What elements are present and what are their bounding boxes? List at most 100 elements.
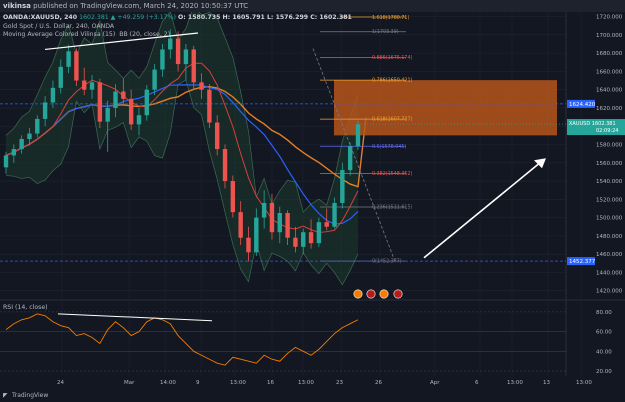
candle-body: [3, 155, 9, 168]
countdown-label: 02:09:24: [596, 128, 618, 134]
x-tick-label: Apr: [430, 380, 440, 386]
candle-body: [340, 170, 345, 203]
candle-body: [58, 66, 63, 88]
fib-level-label: 0.618(1607.737): [372, 117, 412, 123]
rsi-tick-label: 60.00: [596, 330, 612, 336]
y-tick-label: 1620.000: [596, 106, 623, 112]
candle-body: [11, 149, 17, 156]
chart-canvas: 1420.000 1440.000 1460.000 1480.000 1500.000…: [0, 5, 625, 386]
y-tick-label: 1520.000: [596, 197, 623, 203]
rsi-tick-label: 80.00: [596, 310, 612, 316]
candle-body: [207, 89, 212, 123]
fib-level-label: 0.786(1650.421): [372, 78, 412, 84]
candle-body: [82, 80, 87, 90]
y-tick-label: 1700.000: [596, 33, 623, 39]
x-tick-label: 14:00: [160, 380, 176, 386]
candle-body: [308, 232, 314, 244]
fib-level-label: 0(1452.377): [372, 259, 402, 265]
candle-body: [230, 181, 236, 213]
last-price-label: XAUUSD 1602.381: [569, 121, 616, 127]
candle-body: [89, 82, 95, 90]
event-flag-icon: [379, 289, 389, 299]
candle-body: [301, 232, 306, 247]
candle-body: [19, 139, 24, 150]
x-tick-label: 13:00: [298, 380, 314, 386]
fib-level-label: 0.236(1511.615): [372, 204, 412, 210]
x-tick-label: 16: [267, 380, 274, 386]
candle-body: [285, 213, 290, 238]
candle-body: [136, 115, 142, 125]
candle-body: [175, 38, 181, 65]
y-tick-label: 1720.000: [596, 15, 623, 21]
candle-body: [35, 118, 40, 134]
fib-level-label: 0.382(1548.352): [372, 171, 412, 177]
candle-body: [277, 213, 282, 233]
y-tick-label: 1460.000: [596, 252, 623, 258]
candle-body: [316, 222, 322, 244]
publisher-name: vikinsa: [3, 2, 31, 10]
candle-body: [261, 202, 267, 218]
y-tick-label: 1680.000: [596, 51, 623, 57]
candle-body: [160, 49, 165, 70]
x-tick-label: 26: [375, 380, 382, 386]
candle-body: [254, 217, 259, 253]
x-tick-label: 23: [336, 380, 343, 386]
publish-info: published on TradingView.com, March 24, …: [33, 2, 249, 10]
candle-body: [324, 222, 329, 227]
candle-body: [27, 133, 32, 140]
rsi-tick-label: 20.00: [596, 369, 612, 375]
horizontal-price-label: 1624.420: [569, 102, 596, 108]
candle-body: [355, 124, 361, 147]
y-tick-label: 1560.000: [596, 161, 623, 167]
x-tick-label: 13: [543, 380, 550, 386]
candle-body: [269, 202, 275, 233]
candle-body: [347, 146, 353, 171]
candle-body: [191, 49, 196, 83]
y-tick-label: 1500.000: [596, 216, 623, 222]
candle-body: [199, 82, 204, 90]
publish-header: vikinsa published on TradingView.com, Ma…: [0, 0, 625, 12]
event-flag-icon: [393, 289, 403, 299]
symbol-legend: OANDA:XAUUSD, 240 1602.381 ▲ +49.259 (+3…: [3, 14, 352, 21]
tradingview-logo-icon: ◤: [3, 392, 8, 399]
fib-level-label: 1(1703.39): [372, 29, 399, 35]
candle-body: [152, 69, 157, 90]
candle-body: [144, 89, 149, 116]
candle-body: [215, 122, 220, 150]
fib-target-zone: [334, 80, 557, 136]
y-tick-label: 1540.000: [596, 179, 623, 185]
x-tick-label: 6: [475, 380, 479, 386]
candle-body: [105, 107, 110, 122]
tradingview-brand: TradingView: [12, 392, 49, 399]
fib-level-label: 0.5(1578.045): [372, 144, 406, 150]
candle-body: [222, 149, 228, 182]
x-tick-label: 13:00: [230, 380, 246, 386]
rsi-tick-label: 40.00: [596, 349, 612, 355]
candle-body: [246, 237, 251, 253]
price-change: 1602.381 ▲ +49.259 (+3.17%): [79, 14, 176, 21]
candle-body: [97, 82, 103, 122]
candle-body: [74, 51, 79, 81]
candle-body: [42, 102, 48, 119]
candle-body: [332, 202, 337, 227]
y-tick-label: 1660.000: [596, 69, 623, 75]
candle-body: [238, 212, 243, 238]
x-tick-label: 24: [57, 380, 64, 386]
y-tick-label: 1420.000: [596, 289, 623, 295]
fib-level-label: 1.618(1780.71): [372, 15, 409, 21]
indicator-legend: Moving Average Colored Vilinsa (15) BB (…: [3, 31, 170, 38]
y-tick-label: 1480.000: [596, 234, 623, 240]
rsi-legend: RSI (14, close): [3, 304, 48, 311]
footer: ◤ TradingView: [0, 390, 625, 402]
x-tick-label: 13:00: [507, 380, 523, 386]
event-flag-icon: [353, 289, 363, 299]
candle-body: [50, 87, 56, 103]
candle-body: [113, 91, 118, 108]
x-tick-label: Mar: [124, 380, 135, 386]
horizontal-price-label: 1452.377: [569, 259, 596, 265]
fib-level-label: 0.886(1675.174): [372, 55, 412, 61]
y-tick-label: 1440.000: [596, 270, 623, 276]
candle-body: [121, 91, 126, 99]
candle-body: [128, 98, 134, 125]
candle-body: [183, 49, 189, 65]
